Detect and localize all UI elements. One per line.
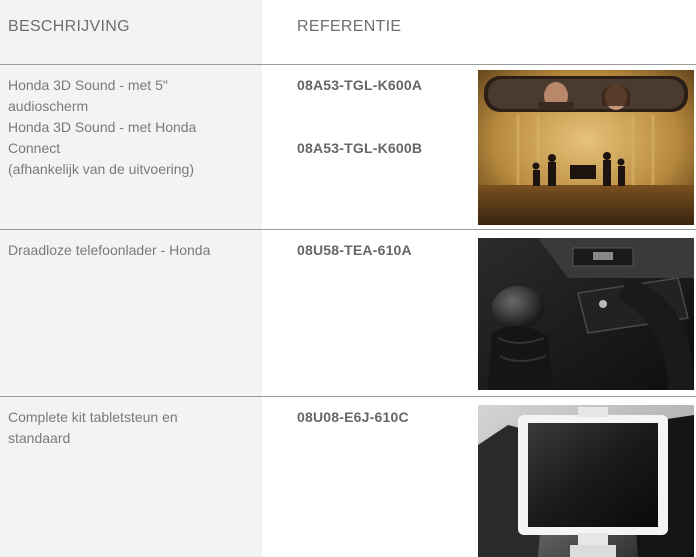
row-divider-right — [262, 396, 696, 397]
header-divider-left — [0, 64, 262, 65]
wireless-charger-console-photo — [478, 238, 694, 390]
row-3-description-line: Complete kit tabletsteun en — [8, 409, 178, 425]
row-1-reference-a: 08A53-TGL-K600A — [297, 77, 423, 93]
row-2-description-line: Draadloze telefoonlader - Honda — [8, 242, 211, 258]
row-3-reference: 08U08-E6J-610C — [297, 409, 409, 425]
row-divider-right — [262, 229, 696, 230]
row-2-reference: 08U58-TEA-610A — [297, 242, 412, 258]
row-2-description: Draadloze telefoonlader - Honda — [8, 240, 248, 261]
reference-header: REFERENTIE — [297, 18, 402, 35]
row-1-description-line: Connect — [8, 140, 61, 156]
row-1-description-line: Honda 3D Sound - met 5" — [8, 77, 168, 93]
row-divider-left — [0, 229, 262, 230]
row-1-description-line: audioscherm — [8, 98, 89, 114]
row-1-description-line: Honda 3D Sound - met Honda — [8, 119, 197, 135]
table-header: BESCHRIJVING REFERENTIE — [0, 0, 696, 64]
row-1-reference-b: 08A53-TGL-K600B — [297, 140, 423, 156]
row-divider-left — [0, 396, 262, 397]
tablet-headrest-holder-photo — [478, 405, 694, 557]
row-1-description-line: (afhankelijk van de uitvoering) — [8, 161, 194, 177]
row-3-description: Complete kit tabletsteun en standaard — [8, 407, 248, 449]
header-divider-right — [262, 64, 696, 65]
description-header: BESCHRIJVING — [8, 18, 130, 35]
row-3-description-line: standaard — [8, 430, 71, 446]
row-1-description: Honda 3D Sound - met 5" audioscherm Hond… — [8, 75, 248, 180]
concert-rearview-mirror-photo — [478, 70, 694, 225]
